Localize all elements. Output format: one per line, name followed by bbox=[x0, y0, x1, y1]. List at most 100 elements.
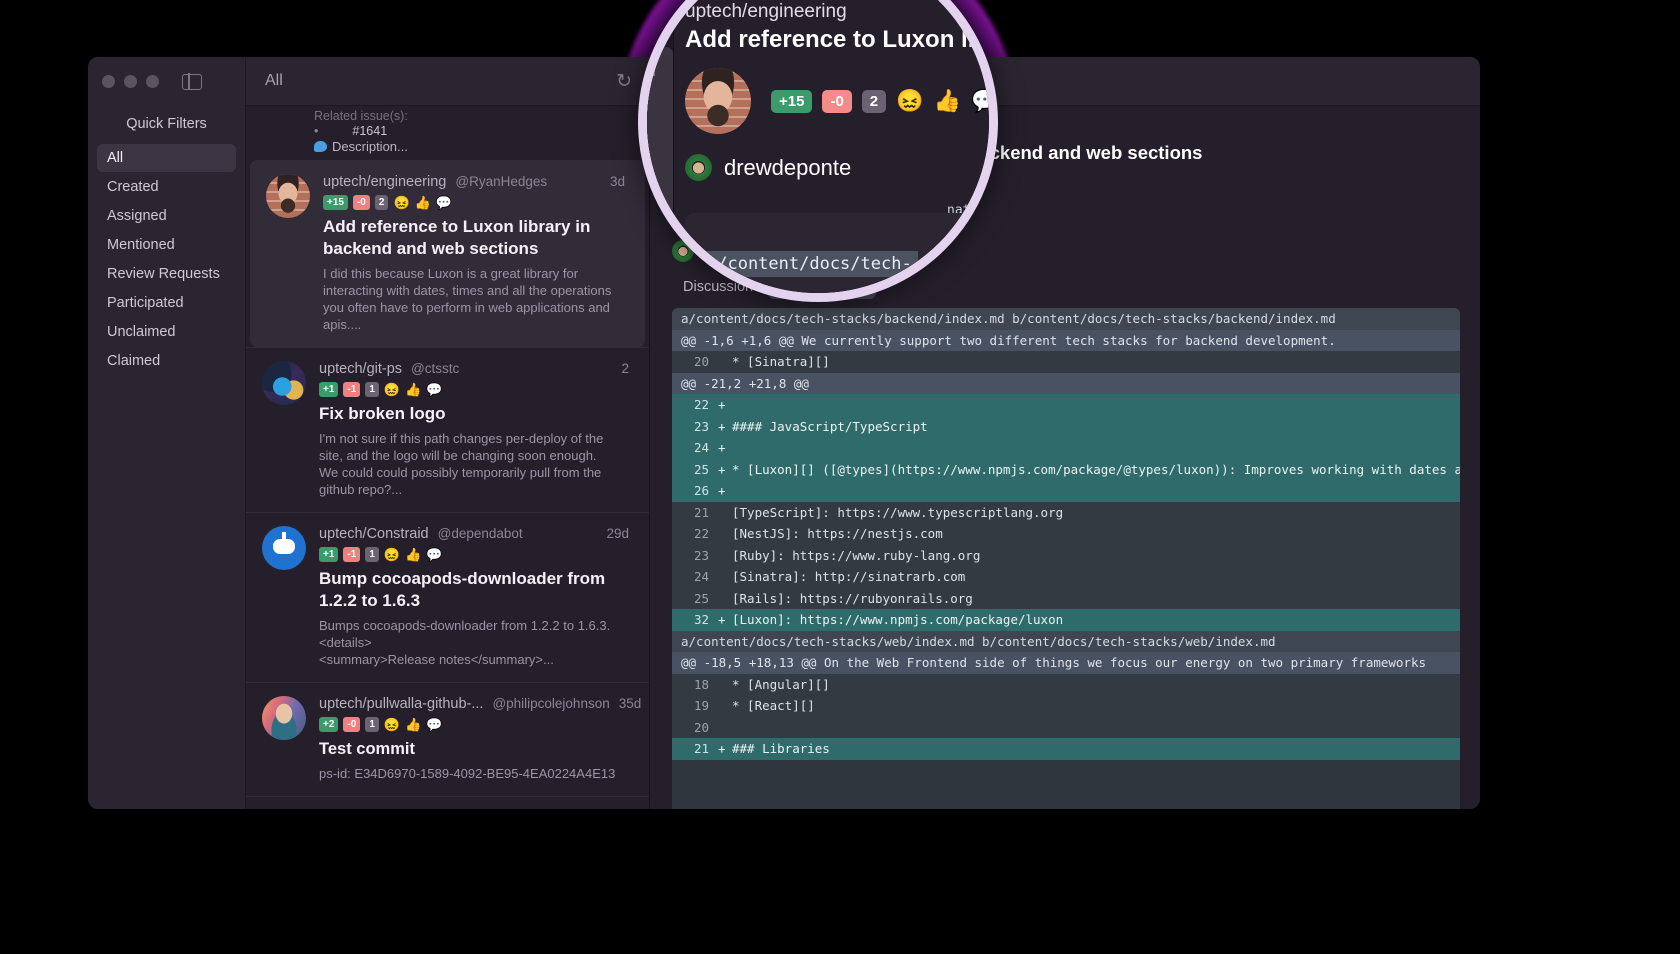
diff-sign bbox=[718, 566, 732, 588]
repo-name[interactable]: uptech/Constraid bbox=[319, 526, 429, 542]
list-item[interactable]: uptech/Constraid @dependabot 29d +1 -1 1… bbox=[246, 512, 649, 682]
confused-reaction-icon: 😖 bbox=[393, 195, 410, 210]
files-badge: 1 bbox=[365, 717, 379, 732]
pr-title[interactable]: Add reference to Luxon library in backen… bbox=[323, 216, 625, 260]
magnified-column-divider bbox=[673, 0, 674, 293]
diff-viewer[interactable]: a/content/docs/tech-stacks/backend/index… bbox=[672, 308, 1460, 809]
diff-file-header: a/content/docs/tech-stacks/backend/index… bbox=[672, 308, 1460, 330]
clipped-bullet-row: • #1641 bbox=[314, 124, 627, 139]
confused-reaction-icon: 😖 bbox=[383, 717, 401, 732]
thumbsup-reaction-icon: 👍 bbox=[414, 195, 431, 210]
comment-icon: 💬 bbox=[970, 88, 998, 113]
badge-row: +2 -0 1 😖 👍 💬 bbox=[319, 717, 629, 732]
confused-reaction-icon: 😖 bbox=[383, 547, 401, 562]
additions-badge: +15 bbox=[771, 89, 813, 113]
sidebar-item-review-requests[interactable]: Review Requests bbox=[97, 260, 236, 288]
deletions-badge: -0 bbox=[352, 195, 370, 210]
list-item[interactable]: uptech/git-ps @ctsstc 2 +1 -1 1 😖 👍 💬 Fi… bbox=[246, 347, 649, 512]
list-item[interactable]: uptech/engineering @RyanHedges 3d +15 -0… bbox=[250, 160, 645, 347]
files-badge: 2 bbox=[374, 195, 389, 210]
age-label: 2 bbox=[621, 361, 629, 376]
clipped-list-item-top[interactable]: Related issue(s): • #1641 Description... bbox=[246, 106, 649, 160]
magnified-file-path: a/content/docs/tech- bbox=[701, 251, 918, 277]
avatar bbox=[685, 68, 751, 134]
minimize-button[interactable] bbox=[124, 75, 137, 88]
diff-sign bbox=[718, 523, 732, 545]
diff-line-number: 21 bbox=[693, 741, 709, 756]
diff-row: 26 + bbox=[672, 480, 1460, 502]
thumbsup-reaction-icon: 👍 bbox=[405, 547, 422, 562]
pr-title[interactable]: Test commit bbox=[319, 738, 629, 760]
sidebar-item-participated[interactable]: Participated bbox=[97, 289, 236, 317]
avatar bbox=[262, 696, 306, 740]
magnified-repo-name: uptech/engineering bbox=[685, 1, 847, 22]
pr-list[interactable]: Related issue(s): • #1641 Description... … bbox=[246, 106, 649, 809]
diff-row: 24 + bbox=[672, 437, 1460, 459]
diff-file-header: a/content/docs/tech-stacks/web/index.md … bbox=[672, 630, 1460, 652]
diff-line-number: 20 bbox=[693, 354, 709, 369]
diff-sign: + bbox=[718, 741, 726, 756]
diff-code: [TypeScript]: https://www.typescriptlang… bbox=[732, 504, 1064, 520]
quick-filters-heading: Quick Filters bbox=[126, 116, 207, 132]
pr-title[interactable]: Fix broken logo bbox=[319, 403, 629, 425]
sidebar: Quick Filters All Created Assigned Menti… bbox=[88, 57, 246, 809]
diff-row: 18 * [Angular][] bbox=[672, 673, 1460, 695]
sidebar-item-created[interactable]: Created bbox=[97, 173, 236, 201]
confused-reaction-icon: 😖 bbox=[383, 382, 401, 397]
files-badge: 1 bbox=[365, 382, 379, 397]
zoom-button[interactable] bbox=[146, 75, 159, 88]
comment-icon: 💬 bbox=[426, 547, 443, 562]
repo-name[interactable]: uptech/engineering bbox=[323, 174, 446, 190]
age-label: 3d bbox=[609, 174, 625, 189]
diff-sign: + bbox=[718, 461, 726, 477]
deletions-badge: -1 bbox=[343, 382, 361, 397]
diff-code: * [Luxon][] ([@types](https://www.npmjs.… bbox=[732, 461, 1460, 477]
close-button[interactable] bbox=[102, 75, 115, 88]
diff-row: 25 + * [Luxon][] ([@types](https://www.n… bbox=[672, 458, 1460, 480]
diff-line-number: 22 bbox=[693, 526, 709, 541]
sidebar-item-claimed[interactable]: Claimed bbox=[97, 347, 236, 375]
diff-line-number: 26 bbox=[693, 483, 709, 498]
list-item-body: uptech/pullwalla-github-... @philipcolej… bbox=[319, 696, 641, 782]
diff-row: 32 + [Luxon]: https://www.npmjs.com/pack… bbox=[672, 609, 1460, 631]
diff-line-number: 23 bbox=[693, 418, 709, 434]
list-item[interactable]: uptech/pullwalla-github-... @philipcolej… bbox=[246, 682, 649, 796]
refresh-icon[interactable]: ↻ bbox=[616, 72, 632, 91]
age-label: 35d bbox=[618, 696, 642, 711]
sidebar-item-unclaimed[interactable]: Unclaimed bbox=[97, 318, 236, 346]
author-handle[interactable]: @philipcolejohnson bbox=[492, 696, 609, 711]
diff-code: [Rails]: https://rubyonrails.org bbox=[732, 590, 973, 606]
diff-row: 22 + bbox=[672, 394, 1460, 416]
diff-row: 20 * [Sinatra][] bbox=[672, 351, 1460, 373]
badge-row: +1 -1 1 😖 👍 💬 bbox=[319, 547, 629, 562]
diff-code: * [Sinatra][] bbox=[732, 354, 830, 369]
additions-badge: +1 bbox=[319, 547, 339, 562]
diff-sign bbox=[718, 502, 732, 524]
badge-row: +1 -1 1 😖 👍 💬 bbox=[319, 382, 629, 397]
sidebar-item-all[interactable]: All bbox=[97, 144, 236, 172]
list-item[interactable]: AM TenthOrg/blvd-polylith @Andrew MacDon… bbox=[246, 796, 649, 809]
diff-code: * [React][] bbox=[732, 698, 815, 713]
author-handle[interactable]: @RyanHedges bbox=[455, 174, 547, 189]
diff-line-number: 24 bbox=[693, 569, 709, 584]
diff-sign bbox=[718, 588, 732, 610]
diff-row: 23 [Ruby]: https://www.ruby-lang.org bbox=[672, 544, 1460, 566]
author-handle[interactable]: @dependabot bbox=[438, 526, 523, 541]
author-handle[interactable]: @ctsstc bbox=[411, 361, 459, 376]
diff-row: 21 [TypeScript]: https://www.typescriptl… bbox=[672, 501, 1460, 524]
pr-title[interactable]: Bump cocoapods-downloader from 1.2.2 to … bbox=[319, 568, 629, 612]
repo-name[interactable]: uptech/git-ps bbox=[319, 361, 402, 377]
diff-line-number: 19 bbox=[693, 698, 709, 713]
diff-code: #### JavaScript/TypeScript bbox=[732, 418, 928, 434]
sidebar-item-assigned[interactable]: Assigned bbox=[97, 202, 236, 230]
repo-name[interactable]: uptech/pullwalla-github-... bbox=[319, 696, 483, 712]
avatar bbox=[685, 154, 712, 181]
diff-code: [Luxon]: https://www.npmjs.com/package/l… bbox=[732, 612, 1064, 627]
diff-code bbox=[732, 437, 1460, 459]
sidebar-toggle-icon[interactable] bbox=[182, 72, 202, 91]
list-title: All bbox=[265, 72, 283, 89]
pr-list-column: All ↻ Related issue(s): • #1641 Descripti… bbox=[246, 57, 650, 809]
additions-badge: +2 bbox=[319, 717, 339, 732]
diff-row: 20 bbox=[672, 716, 1460, 738]
sidebar-item-mentioned[interactable]: Mentioned bbox=[97, 231, 236, 259]
